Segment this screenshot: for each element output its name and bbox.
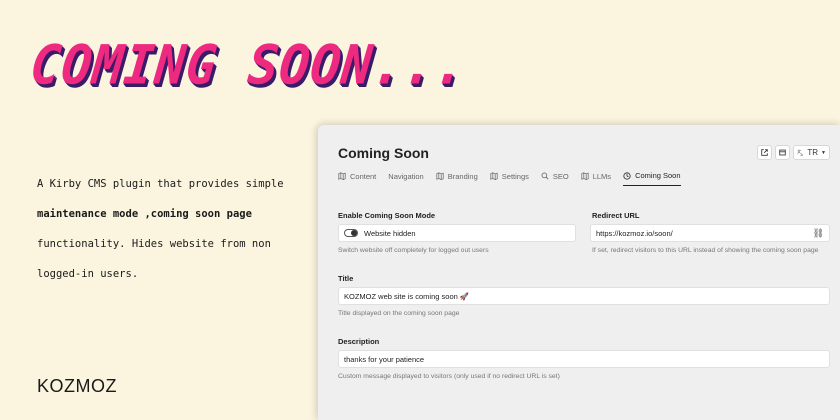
intro-line-4: logged-in users. (37, 268, 139, 280)
hero-title: COMING SOON... (27, 34, 470, 97)
translate-icon: 文A (797, 149, 804, 156)
search-icon (541, 172, 549, 180)
mode-value: Website hidden (364, 228, 416, 238)
window-icon (779, 149, 787, 156)
mode-help: Switch website off completely for logged… (338, 247, 489, 254)
redirect-label: Redirect URL (592, 211, 640, 220)
description-help: Custom message displayed to visitors (on… (338, 373, 560, 380)
map-icon (436, 172, 444, 180)
chevron-down-icon: ▼ (821, 149, 826, 156)
open-external-button[interactable] (757, 145, 773, 160)
tab-label: Coming Soon (635, 171, 681, 180)
title-value: KOZMOZ web site is coming soon 🚀 (344, 291, 470, 301)
panel-title: Coming Soon (338, 145, 429, 161)
tab-coming-soon[interactable]: Coming Soon (623, 171, 681, 186)
tab-label: Navigation (388, 171, 424, 181)
toggle-switch[interactable]: ✓ (344, 229, 358, 237)
language-select[interactable]: 文A TR ▼ (793, 145, 830, 160)
check-icon: ✓ (351, 229, 356, 235)
title-input[interactable]: KOZMOZ web site is coming soon 🚀 (338, 287, 830, 305)
external-link-icon (761, 149, 769, 156)
redirect-help: If set, redirect visitors to this URL in… (592, 247, 819, 254)
intro-line-2: maintenance mode ,coming soon page (37, 205, 299, 235)
preview-button[interactable] (775, 145, 791, 160)
mode-label: Enable Coming Soon Mode (338, 211, 436, 220)
tab-llms[interactable]: LLMs (581, 171, 611, 186)
tab-seo[interactable]: SEO (541, 171, 569, 186)
intro-line-2-bold: maintenance mode ,coming soon page (37, 208, 252, 220)
panel-tabs: Content Navigation Branding Settings SEO… (338, 171, 681, 186)
tab-label: Settings (501, 171, 529, 181)
description-input[interactable]: thanks for your patience (338, 350, 830, 368)
intro-line-1: A Kirby CMS plugin that provides simple (37, 178, 284, 190)
description-value: thanks for your patience (344, 354, 425, 364)
svg-text:A: A (801, 153, 804, 156)
link-icon[interactable]: ⛓ (813, 228, 824, 239)
language-label: TR (807, 148, 819, 157)
brand-logo: KOZMOZ (37, 376, 117, 396)
tab-navigation[interactable]: Navigation (388, 171, 423, 186)
panel-actions: 文A TR ▼ (757, 145, 830, 160)
map-icon (581, 172, 589, 180)
mode-toggle-field[interactable]: ✓ Website hidden (338, 224, 576, 242)
cms-panel: Coming Soon 文A TR ▼ Content Navigation B… (318, 125, 840, 420)
intro-line-3: functionality. Hides website from non (37, 238, 271, 250)
map-icon (490, 172, 498, 180)
redirect-value: https://kozmoz.io/soon/ (596, 228, 673, 238)
clock-icon (623, 171, 631, 180)
tab-label: Branding (447, 171, 478, 181)
tab-branding[interactable]: Branding (436, 171, 478, 186)
redirect-url-input[interactable]: https://kozmoz.io/soon/ ⛓ (590, 224, 830, 242)
tab-label: SEO (552, 171, 569, 181)
intro-text: A Kirby CMS plugin that provides simple … (37, 175, 299, 295)
title-label: Title (338, 274, 354, 283)
tab-content[interactable]: Content (338, 171, 376, 186)
title-help: Title displayed on the coming soon page (338, 310, 460, 317)
description-label: Description (338, 337, 380, 346)
map-icon (338, 172, 346, 180)
tab-label: Content (350, 171, 377, 181)
tab-label: LLMs (592, 171, 612, 181)
tab-settings[interactable]: Settings (490, 171, 529, 186)
